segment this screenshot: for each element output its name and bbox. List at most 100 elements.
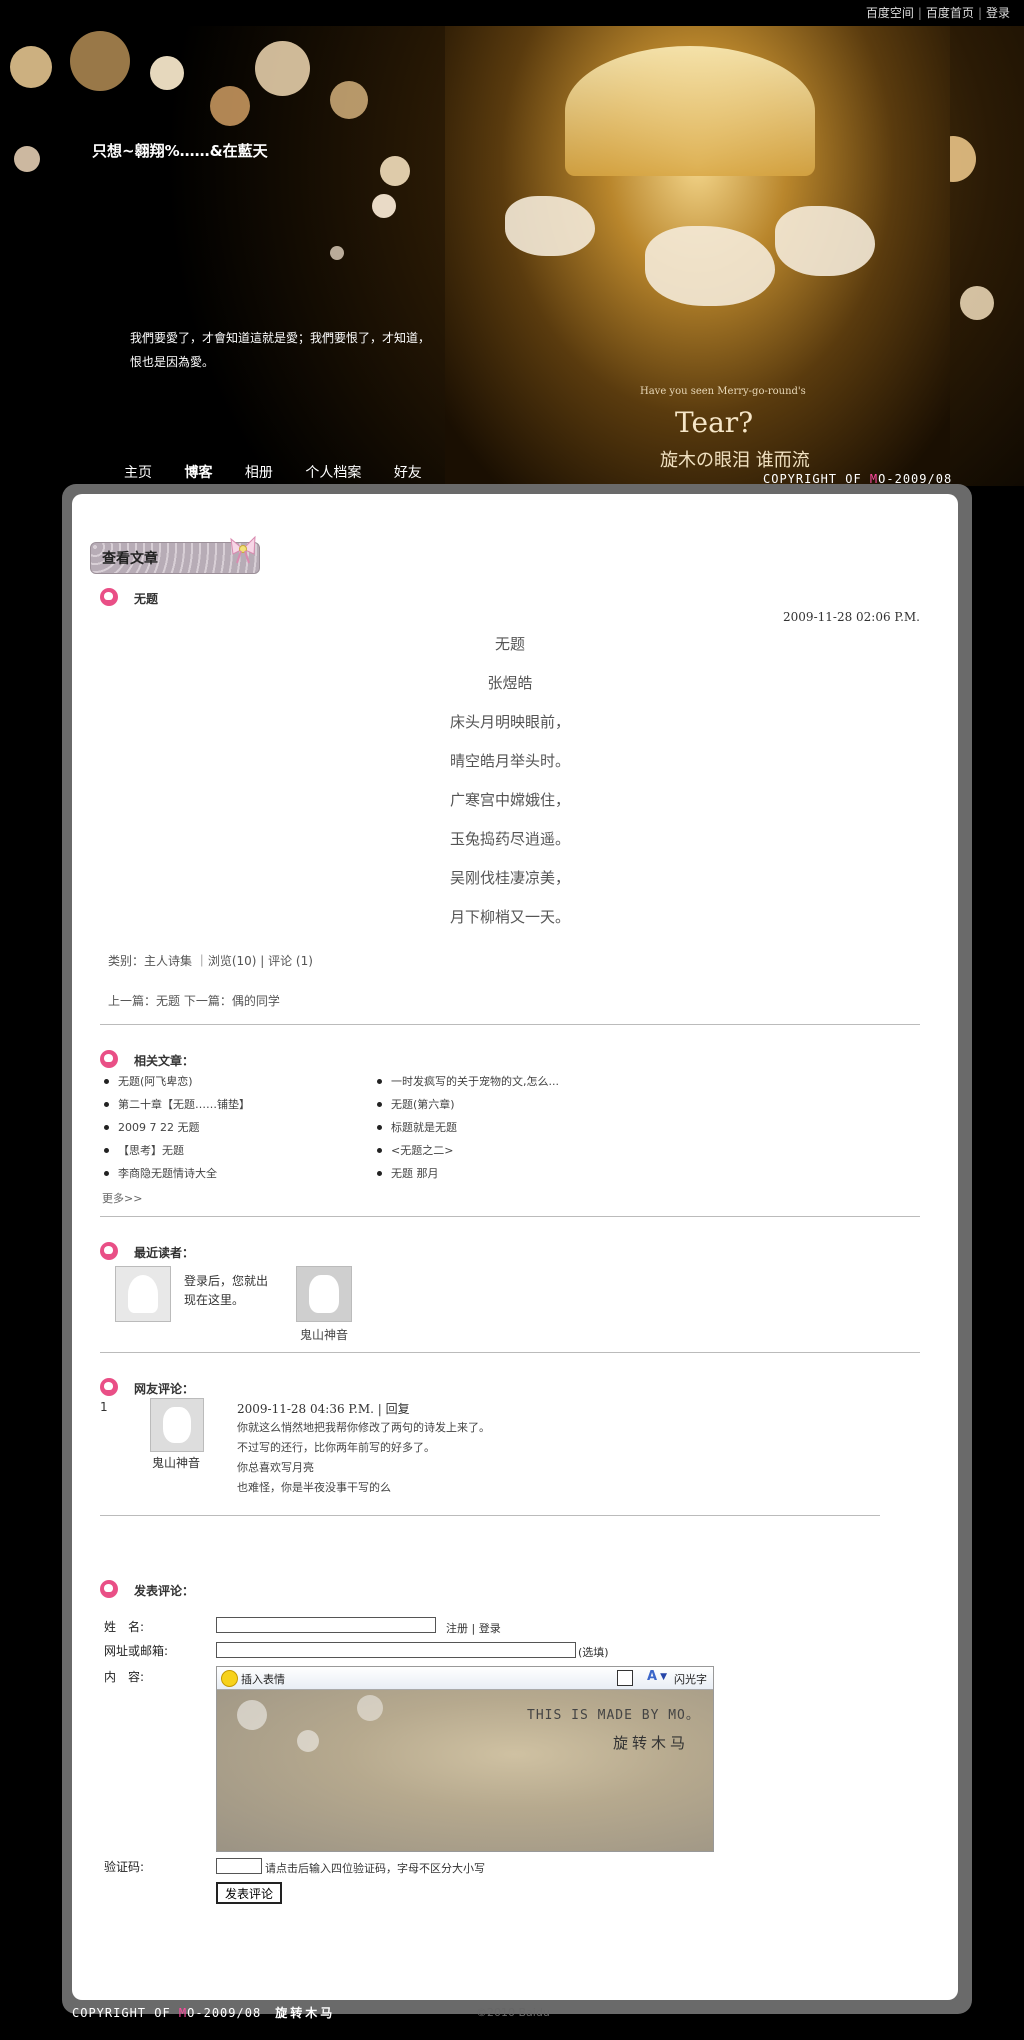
comment-body: 你就这么悄然地把我帮你修改了两句的诗发上来了。 不过写的还行，比你两年前写的好多… <box>237 1418 490 1498</box>
commenter-avatar[interactable] <box>150 1398 204 1452</box>
copyright-suffix: O-2009/08 <box>187 2006 262 2020</box>
related-link[interactable]: 一时发疯写的关于宠物的文,怎么... <box>377 1074 559 1097</box>
bokeh-light <box>297 1730 319 1752</box>
poem-line: 玉兔捣药尽逍遥。 <box>449 830 570 848</box>
article-date: 2009-11-28 02:06 P.M. <box>783 610 920 624</box>
bokeh-light <box>255 41 310 96</box>
link-baidu-space[interactable]: 百度空间 <box>866 6 914 20</box>
poem-line: 床头月明映眼前， <box>449 713 570 731</box>
content-label: 内 容: <box>104 1670 145 1684</box>
section-tab: 查看文章 <box>90 534 260 574</box>
comment-line: 也难怪，你是半夜没事干写的么 <box>237 1481 391 1494</box>
captcha-tip: 请点击后输入四位验证码，字母不区分大小写 <box>265 1862 485 1875</box>
separator: | <box>977 6 982 20</box>
link-baidu-home[interactable]: 百度首页 <box>926 6 974 20</box>
related-link[interactable]: 无题(第六章) <box>377 1097 559 1120</box>
readers-heading: 最近读者： <box>134 1246 195 1260</box>
checkbox-icon[interactable] <box>617 1670 633 1686</box>
article-body: 无题 张煜皓 床头月明映眼前， 晴空皓月举头时。 广寒宫中嫦娥住， 玉兔捣药尽逍… <box>300 634 720 946</box>
form-heading: 发表评论： <box>134 1584 195 1598</box>
article-title: 无题 <box>134 592 159 606</box>
bokeh-light <box>10 46 52 88</box>
blog-title[interactable]: 只想~翱翔%……&在藍天 <box>92 140 268 161</box>
footer-copyright: COPYRIGHT OF MO-2009/08 旋转木马 <box>72 2004 335 2021</box>
art-caption-chinese: 旋木の眼泪 谁而流 <box>660 450 810 471</box>
bokeh-light <box>237 1700 267 1730</box>
comment-date: 2009-11-28 04:36 P.M. <box>237 1402 374 1416</box>
bokeh-light <box>380 156 410 186</box>
heart-icon <box>100 588 118 606</box>
font-color-icon[interactable]: A <box>647 1669 657 1684</box>
comment-line: 你就这么悄然地把我帮你修改了两句的诗发上来了。 <box>237 1421 490 1434</box>
separator: | <box>917 6 922 20</box>
poem-line: 吴刚伐桂凄凉美， <box>449 869 570 887</box>
prev-next-links[interactable]: 上一篇：无题 下一篇：偶的同学 <box>108 992 280 1009</box>
submit-comment-button[interactable]: 发表评论 <box>216 1882 282 1904</box>
footer-signature: 旋转木马 <box>275 2006 336 2020</box>
comment-editor: 插入表情 A ▼ 闪光字 THIS IS MADE BY MO。 旋转木马 <box>216 1666 714 1852</box>
login-tip[interactable]: 登录后，您就出现在这里。 <box>184 1272 274 1310</box>
comment-header: 2009-11-28 04:36 P.M. | 回复 <box>237 1402 410 1416</box>
bokeh-light <box>210 86 250 126</box>
insert-emoji-button[interactable]: 插入表情 <box>241 1671 285 1687</box>
nav-home[interactable]: 主页 <box>124 465 152 481</box>
related-link[interactable]: <无题之二> <box>377 1143 559 1166</box>
comment-number: 1 <box>100 1400 108 1414</box>
bokeh-light <box>330 246 344 260</box>
silhouette-icon <box>128 1275 158 1313</box>
horse-figure <box>505 196 595 256</box>
reader-avatar[interactable] <box>296 1266 352 1322</box>
bokeh-light <box>70 31 130 91</box>
divider <box>100 1515 880 1516</box>
nav-friends[interactable]: 好友 <box>394 465 422 481</box>
related-link[interactable]: 无题(阿飞卑恋) <box>104 1074 250 1097</box>
comment-line: 你总喜欢写月亮 <box>237 1461 314 1474</box>
related-link[interactable]: 第二十章【无题……铺垫】 <box>104 1097 250 1120</box>
article-meta[interactable]: 类别：主人诗集 ｜浏览(10) | 评论 (1) <box>108 952 313 969</box>
captcha-input[interactable] <box>216 1858 262 1874</box>
copyright-m: M <box>178 2006 188 2020</box>
related-link[interactable]: 李商隐无题情诗大全 <box>104 1166 250 1189</box>
default-avatar <box>115 1266 171 1322</box>
login-link[interactable]: 登录 <box>479 1622 501 1635</box>
comment-textarea[interactable]: THIS IS MADE BY MO。 旋转木马 <box>217 1690 713 1851</box>
captcha-label: 验证码: <box>104 1860 145 1874</box>
reader-name[interactable]: 鬼山神音 <box>300 1326 348 1343</box>
heart-icon <box>100 1050 118 1068</box>
art-caption-tear: Tear? <box>675 406 754 439</box>
optional-hint: (选填) <box>578 1646 609 1659</box>
related-link[interactable]: 【思考】无题 <box>104 1143 250 1166</box>
smiley-icon[interactable] <box>221 1670 238 1687</box>
heart-icon <box>100 1580 118 1598</box>
nav-profile[interactable]: 个人档案 <box>305 465 361 481</box>
nav-album[interactable]: 相册 <box>245 465 273 481</box>
more-link[interactable]: 更多>> <box>102 1190 142 1206</box>
top-links: 百度空间 | 百度首页 | 登录 <box>866 4 1010 21</box>
related-link[interactable]: 2009 7 22 无题 <box>104 1120 250 1143</box>
bokeh-light <box>372 194 396 218</box>
poem-line: 月下柳梢又一天。 <box>449 908 570 926</box>
flash-text-button[interactable]: 闪光字 <box>674 1671 707 1687</box>
art-caption-small: Have you seen Merry-go-round's <box>640 386 806 397</box>
reply-link[interactable]: 回复 <box>386 1402 410 1416</box>
related-column-right: 一时发疯写的关于宠物的文,怎么... 无题(第六章) 标题就是无题 <无题之二>… <box>377 1074 559 1189</box>
comments-heading: 网友评论： <box>134 1382 195 1396</box>
editor-watermark-signature: 旋转木马 <box>613 1734 690 1752</box>
commenter-name[interactable]: 鬼山神音 <box>152 1454 200 1471</box>
chevron-down-icon[interactable]: ▼ <box>660 1672 667 1682</box>
related-link[interactable]: 标题就是无题 <box>377 1120 559 1143</box>
bokeh-light <box>357 1695 383 1721</box>
carousel-artwork: Have you seen Merry-go-round's Tear? 旋木の… <box>445 26 950 486</box>
editor-watermark-text: THIS IS MADE BY MO。 <box>527 1708 700 1723</box>
related-link[interactable]: 无题 那月 <box>377 1166 559 1189</box>
section-title: 查看文章 <box>102 551 158 567</box>
link-login[interactable]: 登录 <box>986 6 1010 20</box>
avatar-face <box>163 1407 191 1443</box>
carousel-roof <box>565 46 815 176</box>
url-email-input[interactable] <box>216 1642 576 1658</box>
register-link[interactable]: 注册 <box>446 1622 468 1635</box>
poem-line: 广寒宫中嫦娥住， <box>449 791 570 809</box>
nav-blog[interactable]: 博客 <box>184 465 212 481</box>
poem-line: 张煜皓 <box>487 674 533 692</box>
name-input[interactable] <box>216 1617 436 1633</box>
